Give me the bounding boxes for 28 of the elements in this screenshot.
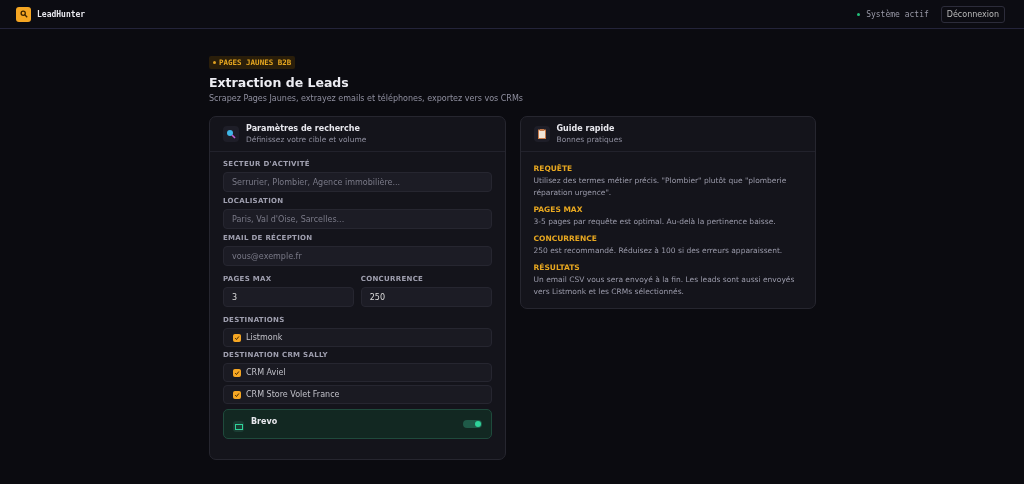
search-icon — [16, 6, 31, 22]
input-field[interactable]: vous@exemple.fr — [223, 246, 492, 266]
page-subtitle: Scrapez Pages Jaunes, extrayez emails et téléphones, exportez vers vos CRMs — [209, 94, 524, 103]
number-field[interactable]: 3 — [223, 287, 354, 307]
number-field[interactable]: 250 — [360, 287, 492, 307]
option-label: Listmonk — [246, 333, 283, 342]
checkbox[interactable] — [233, 333, 241, 342]
dot-icon — [213, 61, 216, 64]
card-title: Paramètres de recherche — [246, 124, 361, 133]
clipboard-icon — [533, 126, 550, 142]
checkbox-option[interactable]: CRM Store Volet France — [223, 385, 492, 404]
option-label: CRM Store Volet France — [246, 390, 340, 399]
input-field[interactable]: Serrurier, Plombier, Agence immobilière... — [223, 172, 492, 192]
option-label: CRM Aviel — [246, 368, 286, 377]
toggle-switch[interactable] — [462, 420, 482, 428]
status-label: Système actif — [866, 9, 929, 19]
brevo-title: Brevo — [251, 417, 279, 426]
input-field[interactable]: Paris, Val d'Oise, Sarcelles... — [223, 209, 492, 229]
mail-icon — [233, 421, 244, 432]
logout-button[interactable]: Déconnexion — [940, 5, 1005, 23]
checkbox[interactable] — [233, 368, 241, 377]
app-name: LeadHunter — [37, 9, 86, 19]
card-title: Guide rapide — [556, 124, 616, 133]
checkbox[interactable] — [233, 390, 241, 399]
checkbox-option[interactable]: CRM Aviel — [223, 363, 492, 382]
checkbox-option[interactable]: Listmonk — [223, 328, 492, 347]
page-title: Extraction de Leads — [209, 75, 350, 90]
magnifier-icon — [223, 126, 239, 142]
